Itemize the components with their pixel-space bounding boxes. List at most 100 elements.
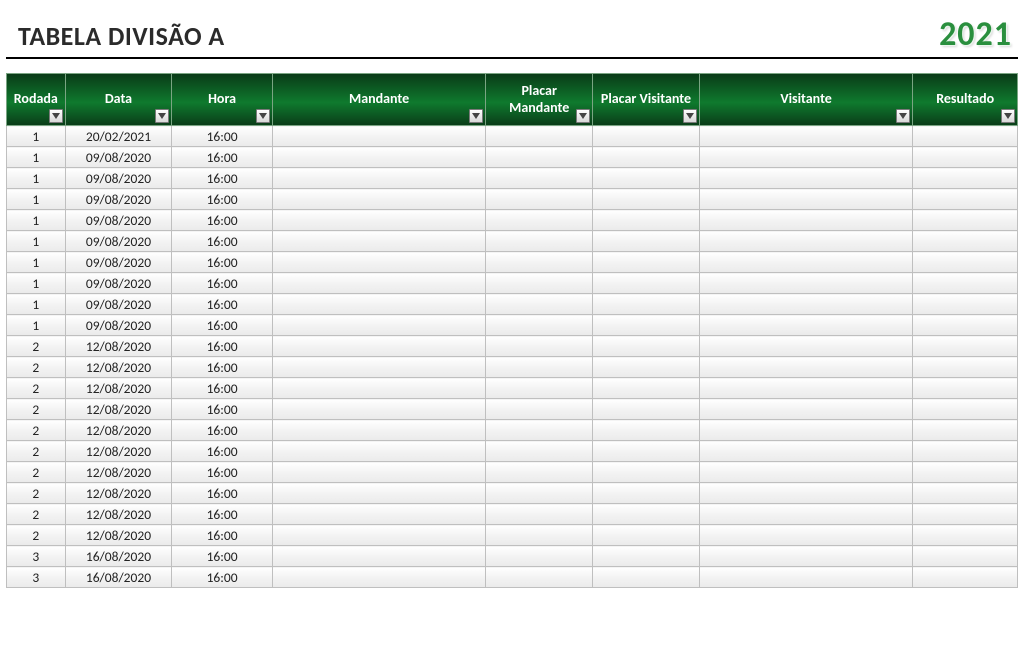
cell-data[interactable]: 12/08/2020 (65, 399, 172, 420)
cell-resultado[interactable] (913, 399, 1018, 420)
cell-placarVisitante[interactable] (593, 336, 700, 357)
cell-placarMandante[interactable] (486, 231, 593, 252)
cell-hora[interactable]: 16:00 (172, 252, 272, 273)
cell-placarMandante[interactable] (486, 189, 593, 210)
cell-visitante[interactable] (699, 378, 913, 399)
cell-data[interactable]: 09/08/2020 (65, 273, 172, 294)
cell-data[interactable]: 09/08/2020 (65, 294, 172, 315)
cell-placarMandante[interactable] (486, 399, 593, 420)
cell-data[interactable]: 12/08/2020 (65, 483, 172, 504)
cell-placarVisitante[interactable] (593, 126, 700, 147)
cell-mandante[interactable] (272, 441, 486, 462)
cell-placarVisitante[interactable] (593, 378, 700, 399)
cell-rodada[interactable]: 3 (7, 546, 66, 567)
cell-placarMandante[interactable] (486, 546, 593, 567)
column-header-resultado[interactable]: Resultado (913, 74, 1018, 126)
cell-placarVisitante[interactable] (593, 546, 700, 567)
cell-visitante[interactable] (699, 231, 913, 252)
cell-visitante[interactable] (699, 441, 913, 462)
cell-resultado[interactable] (913, 462, 1018, 483)
cell-rodada[interactable]: 2 (7, 504, 66, 525)
cell-hora[interactable]: 16:00 (172, 357, 272, 378)
cell-rodada[interactable]: 2 (7, 378, 66, 399)
cell-rodada[interactable]: 2 (7, 357, 66, 378)
column-header-placarVisitante[interactable]: Placar Visitante (593, 74, 700, 126)
cell-placarVisitante[interactable] (593, 525, 700, 546)
cell-rodada[interactable]: 2 (7, 441, 66, 462)
cell-placarVisitante[interactable] (593, 567, 700, 588)
cell-resultado[interactable] (913, 357, 1018, 378)
cell-resultado[interactable] (913, 126, 1018, 147)
cell-placarVisitante[interactable] (593, 483, 700, 504)
cell-placarMandante[interactable] (486, 336, 593, 357)
cell-visitante[interactable] (699, 168, 913, 189)
cell-mandante[interactable] (272, 504, 486, 525)
cell-mandante[interactable] (272, 336, 486, 357)
cell-placarVisitante[interactable] (593, 273, 700, 294)
cell-mandante[interactable] (272, 294, 486, 315)
cell-hora[interactable]: 16:00 (172, 189, 272, 210)
cell-rodada[interactable]: 1 (7, 252, 66, 273)
cell-hora[interactable]: 16:00 (172, 546, 272, 567)
cell-visitante[interactable] (699, 399, 913, 420)
cell-rodada[interactable]: 1 (7, 189, 66, 210)
cell-resultado[interactable] (913, 315, 1018, 336)
cell-placarVisitante[interactable] (593, 315, 700, 336)
cell-visitante[interactable] (699, 546, 913, 567)
cell-mandante[interactable] (272, 231, 486, 252)
cell-resultado[interactable] (913, 273, 1018, 294)
cell-mandante[interactable] (272, 420, 486, 441)
cell-hora[interactable]: 16:00 (172, 399, 272, 420)
cell-hora[interactable]: 16:00 (172, 273, 272, 294)
filter-resultado-button[interactable] (1001, 109, 1015, 123)
cell-visitante[interactable] (699, 147, 913, 168)
cell-placarMandante[interactable] (486, 252, 593, 273)
cell-placarMandante[interactable] (486, 210, 593, 231)
cell-visitante[interactable] (699, 462, 913, 483)
cell-data[interactable]: 09/08/2020 (65, 231, 172, 252)
cell-resultado[interactable] (913, 231, 1018, 252)
cell-placarVisitante[interactable] (593, 252, 700, 273)
cell-resultado[interactable] (913, 567, 1018, 588)
cell-data[interactable]: 09/08/2020 (65, 210, 172, 231)
cell-placarVisitante[interactable] (593, 231, 700, 252)
cell-mandante[interactable] (272, 168, 486, 189)
cell-placarMandante[interactable] (486, 378, 593, 399)
cell-visitante[interactable] (699, 273, 913, 294)
cell-data[interactable]: 12/08/2020 (65, 336, 172, 357)
cell-data[interactable]: 12/08/2020 (65, 357, 172, 378)
cell-visitante[interactable] (699, 315, 913, 336)
cell-resultado[interactable] (913, 483, 1018, 504)
cell-mandante[interactable] (272, 252, 486, 273)
cell-placarMandante[interactable] (486, 315, 593, 336)
cell-mandante[interactable] (272, 546, 486, 567)
cell-placarVisitante[interactable] (593, 504, 700, 525)
cell-placarMandante[interactable] (486, 357, 593, 378)
cell-data[interactable]: 12/08/2020 (65, 462, 172, 483)
cell-placarMandante[interactable] (486, 420, 593, 441)
filter-data-button[interactable] (155, 109, 169, 123)
cell-data[interactable]: 09/08/2020 (65, 189, 172, 210)
cell-hora[interactable]: 16:00 (172, 504, 272, 525)
cell-hora[interactable]: 16:00 (172, 315, 272, 336)
cell-resultado[interactable] (913, 504, 1018, 525)
cell-resultado[interactable] (913, 420, 1018, 441)
cell-mandante[interactable] (272, 567, 486, 588)
cell-resultado[interactable] (913, 525, 1018, 546)
cell-hora[interactable]: 16:00 (172, 294, 272, 315)
cell-data[interactable]: 20/02/2021 (65, 126, 172, 147)
cell-hora[interactable]: 16:00 (172, 441, 272, 462)
cell-mandante[interactable] (272, 147, 486, 168)
cell-rodada[interactable]: 1 (7, 231, 66, 252)
cell-rodada[interactable]: 1 (7, 294, 66, 315)
cell-placarVisitante[interactable] (593, 462, 700, 483)
cell-resultado[interactable] (913, 378, 1018, 399)
cell-placarVisitante[interactable] (593, 357, 700, 378)
cell-visitante[interactable] (699, 252, 913, 273)
cell-data[interactable]: 12/08/2020 (65, 525, 172, 546)
cell-resultado[interactable] (913, 294, 1018, 315)
cell-hora[interactable]: 16:00 (172, 231, 272, 252)
cell-placarVisitante[interactable] (593, 420, 700, 441)
cell-placarMandante[interactable] (486, 168, 593, 189)
cell-data[interactable]: 09/08/2020 (65, 252, 172, 273)
